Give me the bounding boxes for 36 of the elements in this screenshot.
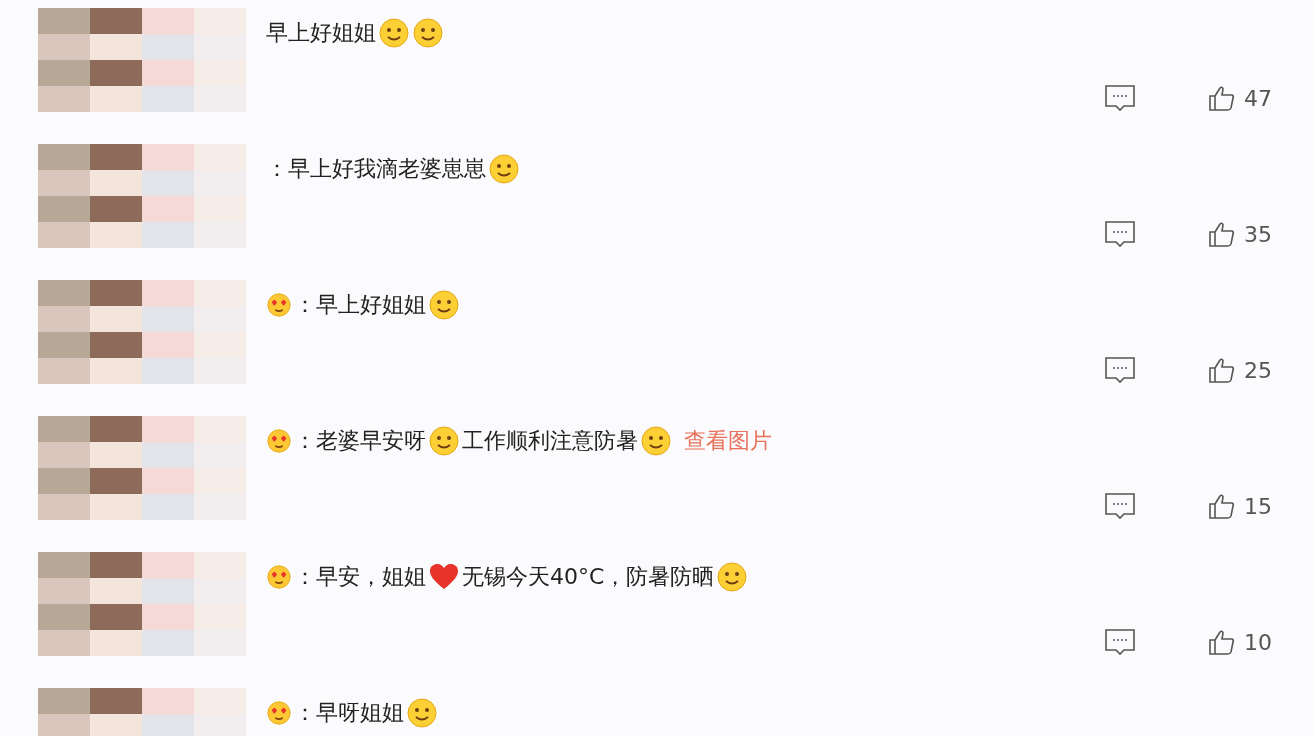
heart-eyes-emoji-icon <box>266 292 292 318</box>
comment-text: ：早上好姐姐 <box>294 291 426 319</box>
view-image-link[interactable]: 查看图片 <box>684 426 772 456</box>
thumbs-up-icon[interactable] <box>1208 220 1236 248</box>
thumbs-up-icon[interactable] <box>1208 356 1236 384</box>
comment-icon[interactable] <box>1104 356 1136 384</box>
face-emoji-icon <box>378 17 410 49</box>
like-count: 25 <box>1244 357 1273 383</box>
face-emoji-icon <box>412 17 444 49</box>
face-emoji-icon <box>428 425 460 457</box>
heart-eyes-emoji-icon <box>266 428 292 454</box>
comment-text: ：早安，姐姐 <box>294 563 426 591</box>
face-emoji-icon <box>716 561 749 593</box>
like-count: 10 <box>1244 629 1273 655</box>
face-emoji-icon <box>428 289 460 321</box>
comment-icon[interactable] <box>1104 84 1136 112</box>
face-emoji-icon <box>406 697 438 729</box>
face-emoji-icon <box>488 153 520 185</box>
like-count: 35 <box>1244 221 1273 247</box>
comment-text: ：早呀姐姐 <box>294 699 404 727</box>
face-emoji-icon <box>640 425 672 457</box>
comment-icon[interactable] <box>1104 220 1136 248</box>
comment-icon[interactable] <box>1104 492 1136 520</box>
thumbs-up-icon[interactable] <box>1208 84 1236 112</box>
heart-eyes-emoji-icon <box>266 564 292 590</box>
comment-text: 早上好姐姐 <box>266 19 376 47</box>
thumbs-up-icon[interactable] <box>1208 628 1236 656</box>
comment-icon[interactable] <box>1104 628 1136 656</box>
like-count: 47 <box>1244 85 1273 111</box>
like-count: 15 <box>1244 493 1273 519</box>
comment-text: ：老婆早安呀 <box>294 427 426 455</box>
comment-text: 工作顺利注意防暑 <box>462 427 638 455</box>
comment-text: 无锡今天40°C，防暑防晒 <box>462 563 715 591</box>
thumbs-up-icon[interactable] <box>1208 492 1236 520</box>
comment-text: ：早上好我滴老婆崽崽 <box>266 155 486 183</box>
heart-eyes-emoji-icon <box>266 700 292 726</box>
